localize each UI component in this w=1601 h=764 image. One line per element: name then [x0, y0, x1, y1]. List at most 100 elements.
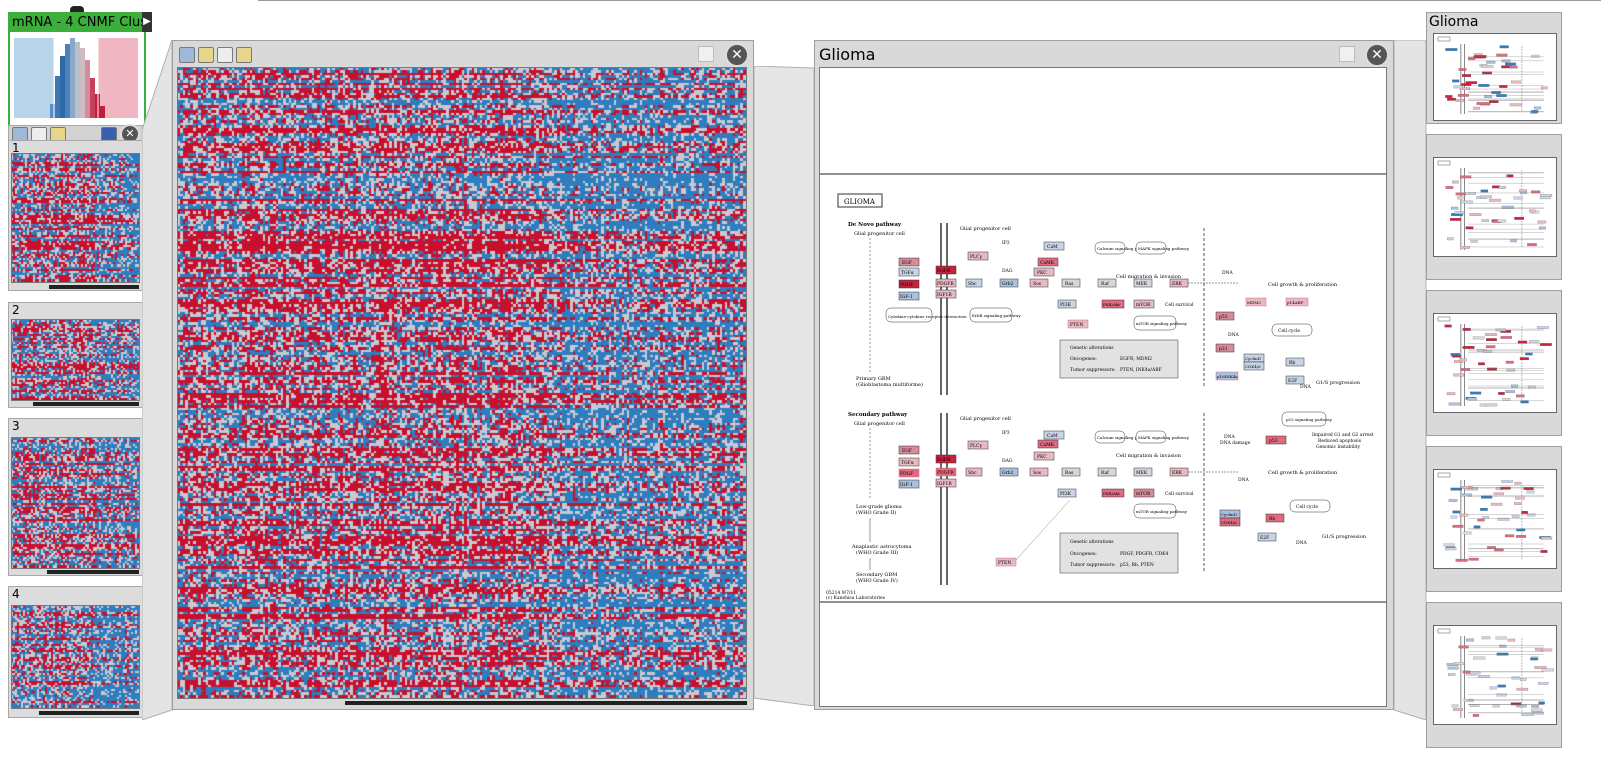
scrollbar[interactable] — [345, 701, 747, 705]
heatmap-thumbnail[interactable] — [11, 153, 140, 283]
glial-cell-label: Glial progenitor cell — [854, 231, 905, 237]
pathway-panel[interactable]: Glioma ✕ GLIOMA De Novo pathway Glial pr… — [814, 40, 1394, 710]
main-heatmap[interactable] — [177, 67, 747, 699]
svg-text:Shc: Shc — [968, 470, 977, 476]
svg-text:Tumor suppressors:: Tumor suppressors: — [1070, 562, 1116, 568]
svg-text:Genetic alterations: Genetic alterations — [1070, 539, 1114, 545]
svg-text:G1/S progression: G1/S progression — [1322, 534, 1367, 540]
pathway-thumbnail-sketch — [1437, 316, 1552, 407]
svg-text:DNA: DNA — [1224, 434, 1236, 440]
svg-text:MEK: MEK — [1136, 281, 1148, 287]
main-heatmap-panel[interactable]: ✕ — [172, 40, 754, 710]
svg-text:PI3K: PI3K — [1060, 491, 1072, 497]
svg-text:Glial progenitor cell: Glial progenitor cell — [960, 416, 1011, 422]
expand-arrow-button[interactable]: ▶ — [142, 12, 152, 32]
bucket-icon[interactable] — [179, 47, 195, 63]
group-panel-3[interactable]: 3 — [8, 418, 143, 576]
svg-text:CaM: CaM — [1047, 433, 1058, 439]
de-novo-title: De Novo pathway — [848, 222, 902, 228]
heatmap-thumbnail[interactable] — [11, 319, 140, 401]
svg-text:EGF: EGF — [902, 448, 912, 454]
histogram-bar — [70, 38, 75, 118]
svg-text:p53, Rb, PTEN: p53, Rb, PTEN — [1120, 562, 1154, 568]
svg-text:E2F: E2F — [1288, 378, 1297, 384]
svg-text:Cell growth & proliferation: Cell growth & proliferation — [1268, 470, 1338, 476]
grid-icon[interactable] — [198, 47, 214, 63]
svg-text:Oncogenes:: Oncogenes: — [1070, 356, 1097, 362]
heatmap-thumbnail[interactable] — [11, 605, 140, 709]
tree-icon[interactable] — [217, 47, 233, 63]
scrollbar[interactable] — [47, 570, 139, 574]
scrollbar[interactable] — [33, 402, 139, 406]
svg-text:mTOR signaling pathway: mTOR signaling pathway — [1136, 321, 1188, 326]
svg-text:CyclinD: CyclinD — [1245, 356, 1261, 361]
svg-text:PTEN: PTEN — [1070, 322, 1083, 328]
lock-icon[interactable] — [1339, 46, 1355, 62]
pathway-thumbnail[interactable] — [1433, 469, 1557, 569]
svg-text:Shc: Shc — [968, 281, 977, 287]
svg-text:Ras: Ras — [1065, 470, 1074, 476]
primary-gbm-sub: (Glioblastoma multiforme) — [856, 381, 923, 388]
pathway-canvas[interactable]: GLIOMA De Novo pathway Glial progenitor … — [819, 67, 1387, 707]
svg-text:CaM: CaM — [1047, 244, 1058, 250]
stratification-title: mRNA - 4 CNMF Clus — [10, 14, 144, 32]
svg-text:PDGF, PDGFR, CDK4: PDGF, PDGFR, CDK4 — [1120, 551, 1169, 557]
close-icon[interactable]: ✕ — [725, 43, 749, 67]
stratification-panel[interactable]: mRNA - 4 CNMF Clus — [8, 12, 146, 129]
svg-text:IGF-1: IGF-1 — [900, 294, 913, 300]
side-pathway-title: Glioma — [1429, 14, 1479, 30]
scrollbar[interactable] — [49, 285, 139, 289]
side-pathway-panel-2[interactable] — [1426, 134, 1562, 280]
histogram-bar — [85, 60, 90, 118]
svg-text:DAG: DAG — [1002, 458, 1013, 464]
svg-text:Cell survival: Cell survival — [1165, 302, 1194, 308]
svg-text:Cell growth & proliferation: Cell growth & proliferation — [1268, 282, 1338, 288]
close-icon[interactable]: ✕ — [1365, 43, 1389, 67]
connector-band — [754, 66, 815, 706]
svg-text:Rb: Rb — [1289, 360, 1295, 366]
svg-text:PDGF: PDGF — [900, 471, 913, 477]
svg-text:EGF: EGF — [902, 260, 912, 266]
svg-text:mTOR: mTOR — [1136, 302, 1151, 308]
svg-text:PKC: PKC — [1037, 270, 1047, 276]
pathway-thumbnail[interactable] — [1433, 313, 1557, 413]
svg-text:PKB/Akt: PKB/Akt — [1103, 491, 1120, 496]
svg-text:Cell migration & invasion: Cell migration & invasion — [1116, 453, 1182, 459]
group-panel-4[interactable]: 4 — [8, 586, 143, 718]
svg-text:Grb2: Grb2 — [1002, 281, 1014, 287]
svg-text:PDGFR: PDGFR — [937, 281, 954, 287]
svg-text:G1/S progression: G1/S progression — [1316, 380, 1361, 386]
pathway-thumbnail[interactable] — [1433, 157, 1557, 257]
side-pathway-panel-5[interactable] — [1426, 602, 1562, 748]
histogram-bar — [55, 76, 60, 118]
pathway-title: Glioma — [819, 45, 876, 64]
pathway-thumbnail[interactable] — [1433, 625, 1557, 725]
svg-text:MDM2: MDM2 — [1247, 300, 1261, 305]
matrix-icon[interactable] — [236, 47, 252, 63]
svg-text:IP3: IP3 — [1002, 240, 1010, 246]
svg-text:Raf: Raf — [1101, 281, 1109, 287]
svg-text:MAPK signaling pathway: MAPK signaling pathway — [1138, 246, 1190, 251]
svg-text:p21: p21 — [1219, 346, 1228, 352]
group-panel-2[interactable]: 2 — [8, 302, 143, 408]
side-pathway-panel-1[interactable]: Glioma — [1426, 12, 1562, 124]
svg-text:IGF1R: IGF1R — [937, 292, 952, 298]
pathway-footer: (c) Kanehisa Laboratories — [826, 594, 886, 601]
lock-icon[interactable] — [698, 46, 714, 62]
svg-text:Sos: Sos — [1033, 470, 1042, 476]
heatmap-thumbnail[interactable] — [11, 437, 140, 569]
svg-text:CDK4/6: CDK4/6 — [1245, 364, 1261, 369]
pathway-thumbnail[interactable] — [1433, 33, 1557, 121]
heatmap-canvas — [12, 154, 139, 282]
scrollbar[interactable] — [39, 711, 139, 715]
side-pathway-panel-4[interactable] — [1426, 446, 1562, 592]
svg-text:EGFR, MDM2: EGFR, MDM2 — [1120, 356, 1152, 362]
group-label: 4 — [12, 587, 20, 601]
svg-text:CaMK: CaMK — [1040, 442, 1055, 448]
glial-cell-label: Glial progenitor cell — [960, 226, 1011, 232]
group-panel-1[interactable]: 1 — [8, 140, 143, 291]
svg-text:DNA: DNA — [1238, 477, 1250, 483]
svg-text:mTOR signaling pathway: mTOR signaling pathway — [1136, 509, 1188, 514]
side-pathway-panel-3[interactable] — [1426, 290, 1562, 436]
connector-band — [142, 40, 173, 720]
